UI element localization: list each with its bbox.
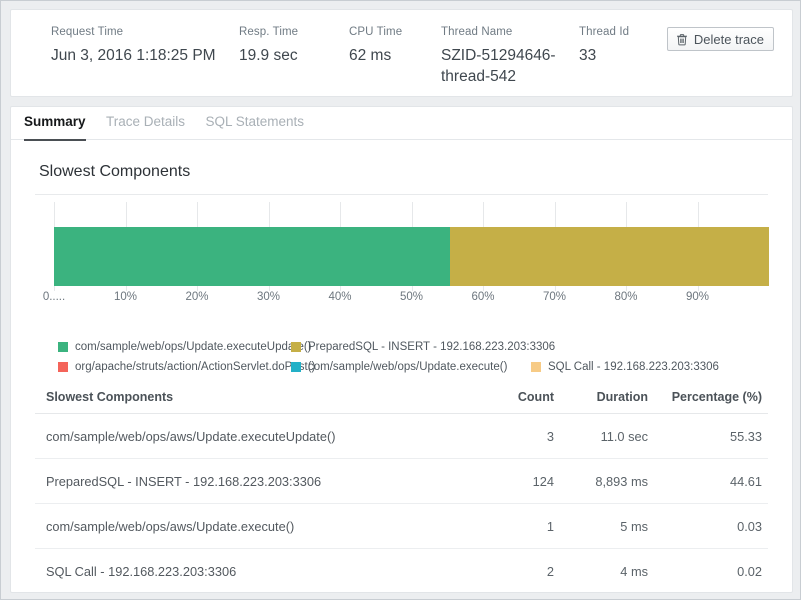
tab-label: Trace Details [106,114,185,129]
legend-color-swatch [291,342,301,352]
delete-trace-button[interactable]: Delete trace [667,27,774,51]
tab-label: Summary [24,114,86,129]
legend-color-swatch [58,342,68,352]
meta-resp-time: Resp. Time 19.9 sec [239,26,298,66]
x-tick-label: 80% [614,291,637,303]
stacked-bar [54,227,769,286]
bar-segment[interactable] [450,227,769,286]
bar-segment[interactable] [54,227,450,286]
meta-cpu-time: CPU Time 62 ms [349,26,402,66]
legend-label: SQL Call - 192.168.223.203:3306 [548,361,719,373]
x-tick-label: 70% [543,291,566,303]
legend-item[interactable]: com/sample/web/ops/Update.executeUpdate(… [58,341,312,353]
cell-percentage: 44.61 [658,459,768,504]
x-tick-label: 30% [257,291,280,303]
trace-content-card: Summary Trace Details SQL Statements Slo… [10,106,793,593]
legend-color-swatch [291,362,301,372]
cell-component: PreparedSQL - INSERT - 192.168.223.203:3… [35,459,476,504]
cell-count: 3 [476,414,562,459]
chart-plot-area [54,215,769,286]
cell-component: com/sample/web/ops/aws/Update.execute() [35,504,476,549]
cell-duration: 4 ms [562,549,658,594]
meta-label: Request Time [51,26,216,38]
cell-component: SQL Call - 192.168.223.203:3306 [35,549,476,594]
cell-count: 2 [476,549,562,594]
legend-color-swatch [531,362,541,372]
legend-label: com/sample/web/ops/Update.execute() [308,361,507,373]
x-tick-label: 60% [471,291,494,303]
x-tick-label: 10% [114,291,137,303]
meta-value: Jun 3, 2016 1:18:25 PM [51,45,216,66]
cell-count: 124 [476,459,562,504]
x-tick-label: 20% [185,291,208,303]
legend-item[interactable]: org/apache/struts/action/ActionServlet.d… [58,361,315,373]
cell-count: 1 [476,504,562,549]
x-tick-label: 50% [400,291,423,303]
cell-duration: 11.0 sec [562,414,658,459]
meta-value: 62 ms [349,45,402,66]
table-header-row: Slowest Components Count Duration Percen… [35,383,768,414]
legend-label: org/apache/struts/action/ActionServlet.d… [75,361,315,373]
cell-percentage: 55.33 [658,414,768,459]
trace-detail-page: Request Time Jun 3, 2016 1:18:25 PM Resp… [0,0,801,600]
delete-trace-label: Delete trace [694,32,764,47]
cell-percentage: 0.03 [658,504,768,549]
tab-label: SQL Statements [205,114,304,129]
meta-label: CPU Time [349,26,402,38]
meta-label: Thread Id [579,26,629,38]
column-header-percentage: Percentage (%) [658,383,768,414]
meta-value: SZID-51294646- thread-542 [441,45,571,87]
x-tick-label: 40% [328,291,351,303]
tab-summary[interactable]: Summary [24,107,86,140]
meta-label: Resp. Time [239,26,298,38]
chart-x-axis-ticks: 0.....10%20%30%40%50%60%70%80%90% [54,291,769,309]
legend-label: PreparedSQL - INSERT - 192.168.223.203:3… [308,341,555,353]
x-tick-label: 0..... [43,291,65,303]
table-row[interactable]: com/sample/web/ops/aws/Update.executeUpd… [35,414,768,459]
x-tick-label: 90% [686,291,709,303]
cell-duration: 8,893 ms [562,459,658,504]
meta-value: 33 [579,45,629,66]
meta-thread-name: Thread Name SZID-51294646- thread-542 [441,26,571,87]
column-header-count: Count [476,383,562,414]
table-row[interactable]: SQL Call - 192.168.223.203:330624 ms0.02 [35,549,768,594]
tab-sql-statements[interactable]: SQL Statements [205,107,304,140]
page-title: Slowest Components [39,163,792,181]
tab-bar: Summary Trace Details SQL Statements [11,107,792,140]
meta-label: Thread Name [441,26,571,38]
slowest-components-table: Slowest Components Count Duration Percen… [35,383,768,594]
legend-item[interactable]: SQL Call - 192.168.223.203:3306 [531,361,719,373]
table-row[interactable]: PreparedSQL - INSERT - 192.168.223.203:3… [35,459,768,504]
legend-item[interactable]: com/sample/web/ops/Update.execute() [291,361,507,373]
legend-item[interactable]: PreparedSQL - INSERT - 192.168.223.203:3… [291,341,555,353]
trace-summary-header: Request Time Jun 3, 2016 1:18:25 PM Resp… [10,9,793,97]
meta-value: 19.9 sec [239,45,298,66]
slowest-components-chart: 0..... 10% 20% 30% 40% 50% 60% 70% 80% 90% [35,195,768,335]
column-header-component: Slowest Components [35,383,476,414]
trash-icon [676,33,688,46]
trace-meta-row: Request Time Jun 3, 2016 1:18:25 PM Resp… [11,10,792,26]
meta-request-time: Request Time Jun 3, 2016 1:18:25 PM [51,26,216,66]
meta-thread-id: Thread Id 33 [579,26,629,66]
cell-component: com/sample/web/ops/aws/Update.executeUpd… [35,414,476,459]
cell-percentage: 0.02 [658,549,768,594]
legend-color-swatch [58,362,68,372]
tab-trace-details[interactable]: Trace Details [106,107,185,140]
chart-legend: com/sample/web/ops/Update.executeUpdate(… [11,341,792,383]
column-header-duration: Duration [562,383,658,414]
table-row[interactable]: com/sample/web/ops/aws/Update.execute()1… [35,504,768,549]
legend-label: com/sample/web/ops/Update.executeUpdate(… [75,341,312,353]
cell-duration: 5 ms [562,504,658,549]
